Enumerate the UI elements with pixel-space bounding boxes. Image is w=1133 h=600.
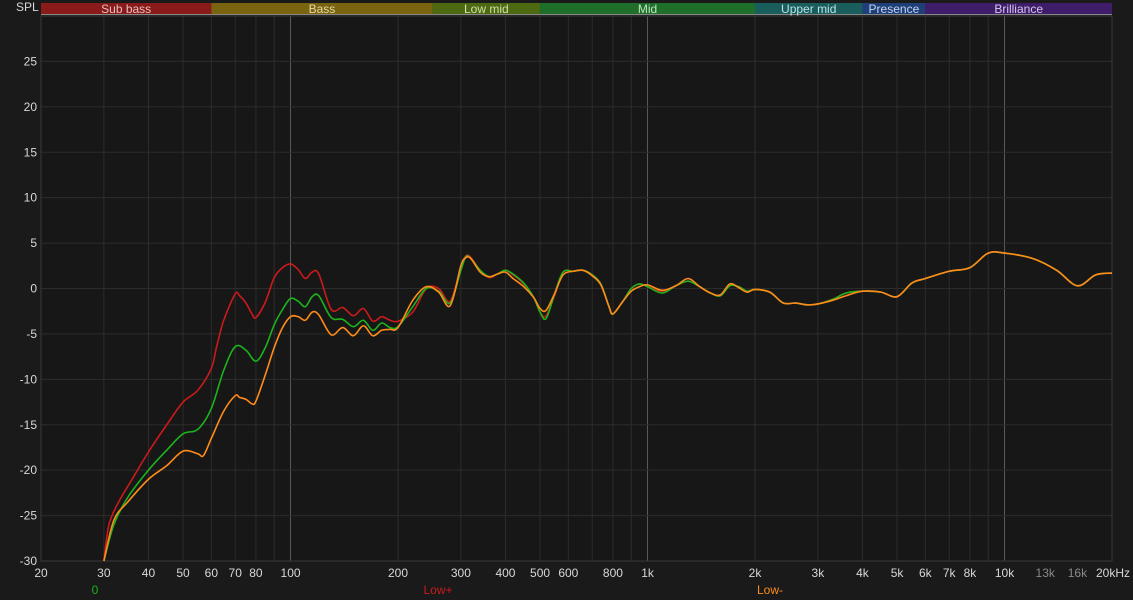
x-tick-label: 8k [964, 566, 978, 580]
x-tick-label: 200 [388, 566, 408, 580]
band-label: Sub bass [101, 2, 151, 16]
x-tick-label: 60 [205, 566, 219, 580]
x-tick-label: 20 [34, 566, 48, 580]
x-tick-label: 500 [530, 566, 550, 580]
frequency-response-chart: Sub bass Bass Low mid Mid Upper mid Presence B… [0, 0, 1133, 600]
x-tick-label: 400 [495, 566, 515, 580]
x-tick-label: 30 [97, 566, 111, 580]
legend-entry: Low- [757, 583, 783, 597]
band-label: Upper mid [781, 2, 836, 16]
x-tick-label: 4k [856, 566, 870, 580]
x-tick-label: 1k [641, 566, 655, 580]
y-tick-label: -5 [26, 327, 37, 341]
x-tick-label: 600 [558, 566, 578, 580]
band-label: Mid [638, 2, 657, 16]
y-tick-label: 5 [30, 236, 37, 250]
x-tick-label: 6k [919, 566, 933, 580]
band-label: Bass [309, 2, 336, 16]
y-tick-label: -20 [20, 463, 38, 477]
y-tick-label: -10 [20, 372, 38, 386]
y-tick-label: -25 [20, 509, 38, 523]
x-tick-label: 2k [749, 566, 763, 580]
y-axis-label: SPL [16, 0, 39, 14]
y-tick-label: 20 [24, 100, 38, 114]
y-tick-label: -15 [20, 418, 38, 432]
x-tick-label: 3k [812, 566, 826, 580]
x-tick-label: 300 [451, 566, 471, 580]
band-label: Brilliance [994, 2, 1043, 16]
x-tick-label: 10k [995, 566, 1015, 580]
x-tick-label: 50 [176, 566, 190, 580]
y-tick-label: 15 [24, 145, 38, 159]
frequency-bands: Sub bass Bass Low mid Mid Upper mid Presence B… [41, 2, 1112, 16]
y-tick-label: 0 [30, 282, 37, 296]
x-tick-label: 20kHz [1096, 566, 1130, 580]
legend-entry: 0 [92, 583, 99, 597]
x-tick-label: 16k [1068, 566, 1088, 580]
x-tick-label: 40 [142, 566, 156, 580]
band-label: Presence [869, 2, 920, 16]
y-tick-label: 25 [24, 54, 38, 68]
x-tick-label: 800 [603, 566, 623, 580]
x-tick-label: 5k [891, 566, 905, 580]
x-tick-label: 13k [1036, 566, 1056, 580]
x-tick-label: 70 [229, 566, 243, 580]
x-tick-label: 100 [281, 566, 301, 580]
x-tick-label: 7k [943, 566, 957, 580]
band-label: Low mid [464, 2, 509, 16]
x-tick-label: 80 [249, 566, 263, 580]
y-tick-label: 10 [24, 191, 38, 205]
legend-entry: Low+ [423, 583, 452, 597]
